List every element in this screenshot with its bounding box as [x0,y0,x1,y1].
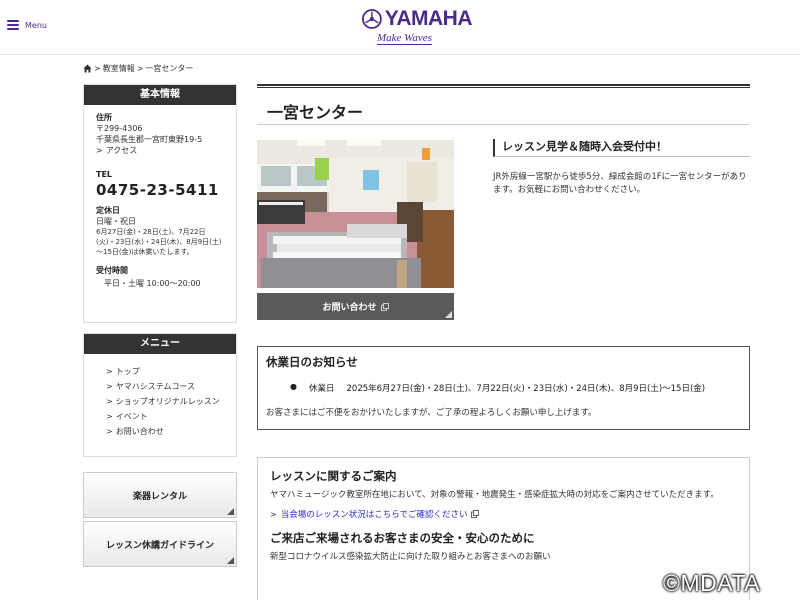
guide-title: レッスンに関するご案内 [270,469,397,483]
classroom-photo [257,140,454,288]
home-icon[interactable] [83,64,92,73]
postal-code: 〒299-4306 [96,124,143,133]
access-link-label: アクセス [105,146,138,155]
tuning-fork-emblem-icon [362,9,382,29]
lesson-description: JR外房線一宮駅から徒歩5分、緑成会館の1Fに一宮センターがあります。お気軽にお… [493,172,747,195]
safety-text: 新型コロナウイルス感染拡大防止に向けた取り組みとお客さまへのお願い [270,552,551,562]
notice-title: 休業日のお知らせ [266,355,358,369]
closed-days-main: 日曜・祝日 [96,217,136,226]
title-divider [257,124,750,125]
basic-info-heading: 基本情報 [84,85,236,105]
menu-heading: メニュー [84,334,236,354]
corner-arrow-icon [227,557,234,564]
lesson-status-link-label: 当会場のレッスン状況はこちらでご確認ください [280,510,468,520]
contact-button-label: お問い合わせ [322,303,377,313]
closure-notice: 休業日のお知らせ ● 休業日 2025年6月27日(金)・28日(土)、7月22… [257,346,750,430]
notice-footer: お客さまにはご不便をおかけいたしますが、ご了承の程よろしくお願い申し上げます。 [266,408,597,418]
access-link[interactable]: > アクセス [96,145,224,156]
closed-days-extra: 6月27日(金)・28日(土)、7月22日(火)・23日(水)・24日(木)、8… [96,228,222,256]
chevron-right-icon: > [270,509,277,519]
breadcrumb-sep: > [136,64,144,73]
menu-item-event[interactable]: > イベント [106,409,224,424]
page-title: 一宮センター [267,103,364,122]
menu-item-shop-lesson[interactable]: > ショップオリジナルレッスン [106,394,224,409]
chevron-right-icon: > [96,146,103,155]
chevron-right-icon: > [106,427,113,436]
hours-label: 受付時間 [96,266,128,275]
site-header: Menu YAMAHA Make Waves [0,0,800,55]
logo-tagline: Make Waves [377,32,432,45]
address-label: 住所 [96,113,112,122]
lesson-status-link[interactable]: > 当会場のレッスン状況はこちらでご確認ください [270,508,737,520]
title-top-rule [257,84,750,88]
chevron-right-icon: > [106,382,113,391]
breadcrumb-item-classroom-info[interactable]: 教室情報 [103,63,135,74]
yamaha-logo[interactable]: YAMAHA Make Waves [362,7,473,51]
corner-arrow-icon [227,508,234,515]
chevron-right-icon: > [106,367,113,376]
menu-panel: メニュー > トップ > ヤマハシステムコース > ショップオリジナルレッスン > イベ… [83,333,237,457]
chevron-right-icon: > [106,412,113,421]
tel-label: TEL [96,170,113,179]
safety-title: ご来店ご来場されるお客さまの安全・安心のために [270,531,535,545]
chevron-right-icon: > [106,397,113,406]
menu-button[interactable]: Menu [7,20,47,30]
guide-text: ヤマハミュージック教室所在地において、対象の警報・地震発生・感染症拡大時の対応を… [270,490,719,500]
notice-item-label: 休業日 [308,384,335,394]
address-text: 千葉県長生郡一宮町東野19-5 [96,135,203,144]
menu-label: Menu [25,20,47,30]
external-link-icon [471,510,480,518]
corner-arrow-icon [445,311,452,318]
menu-item-contact[interactable]: > お問い合わせ [106,424,224,439]
cancellation-guideline-button[interactable]: レッスン休講ガイドライン [83,521,237,567]
menu-item-system-course[interactable]: > ヤマハシステムコース [106,379,224,394]
hours-text: 平日・土曜 10:00～20:00 [104,279,201,288]
basic-info-panel: 基本情報 住所 〒299-4306 千葉県長生郡一宮町東野19-5 > アクセス… [83,84,237,323]
external-link-icon [380,302,389,311]
notice-item-dates: 2025年6月27日(金)・28日(土)、7月22日(火)・23日(水)・24日… [346,384,706,394]
logo-wordmark: YAMAHA [384,7,473,30]
instrument-rental-button[interactable]: 楽器レンタル [83,472,237,518]
breadcrumb: > 教室情報 > 一宮センター [83,63,193,74]
watermark: ©MDATA [663,570,761,596]
hamburger-icon [7,20,19,30]
lesson-heading: レッスン見学＆随時入会受付中！ [493,139,750,157]
bullet-icon: ● [290,382,297,391]
contact-button[interactable]: お問い合わせ [257,293,454,320]
closed-days-label: 定休日 [96,206,120,215]
tel-number[interactable]: 0475-23-5411 [96,181,224,199]
notice-item: ● 休業日 2025年6月27日(金)・28日(土)、7月22日(火)・23日(… [290,382,741,394]
breadcrumb-sep: > [94,64,101,73]
breadcrumb-item-current: 一宮センター [145,64,194,73]
menu-item-top[interactable]: > トップ [106,364,224,379]
